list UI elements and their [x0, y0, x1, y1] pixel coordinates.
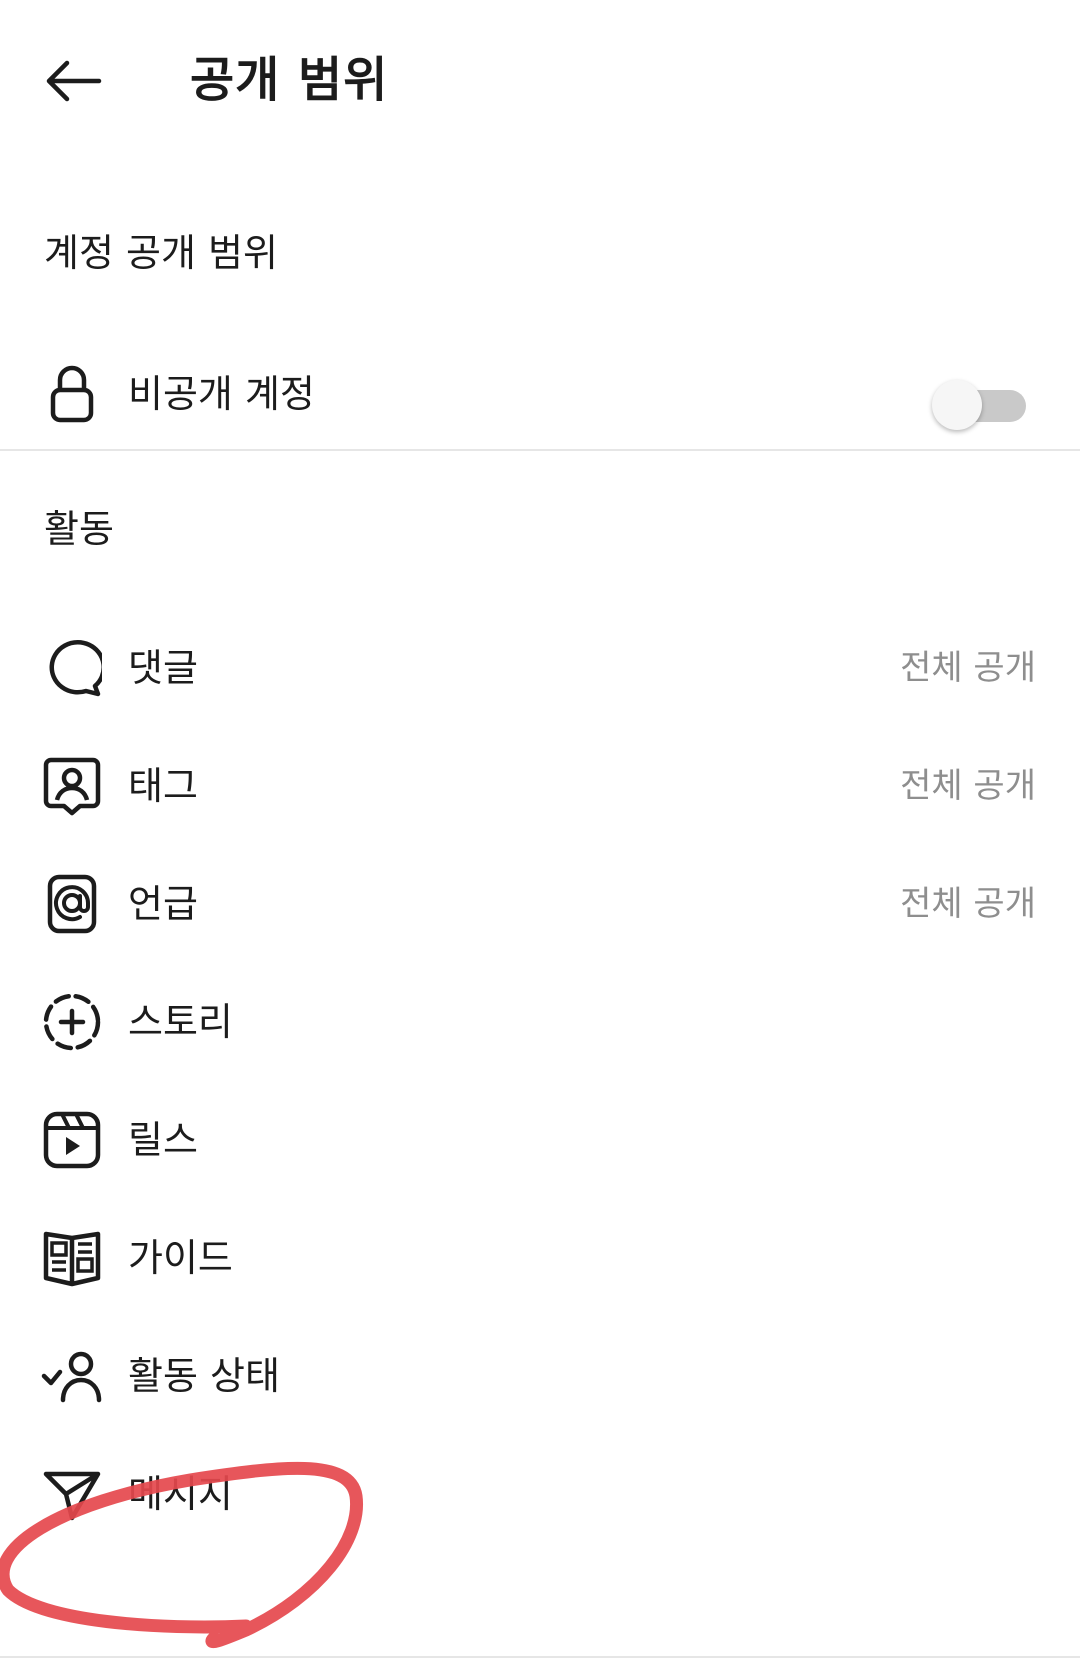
bottom-divider — [0, 1656, 1080, 1658]
person-tag-icon — [43, 757, 101, 816]
activity-item-guides[interactable]: 가이드 — [0, 1208, 1080, 1308]
back-button[interactable] — [36, 46, 110, 116]
activity-item-label: 언급 — [128, 882, 198, 926]
activity-item-tags[interactable]: 태그 전체 공개 — [0, 736, 1080, 836]
story-add-icon — [43, 993, 101, 1051]
private-account-toggle[interactable] — [932, 378, 1028, 430]
activity-item-label: 메시지 — [128, 1472, 233, 1516]
guide-book-icon — [43, 1231, 101, 1287]
at-sign-icon — [47, 874, 97, 934]
activity-item-reels[interactable]: 릴스 — [0, 1090, 1080, 1190]
activity-item-messages[interactable]: 메시지 — [0, 1444, 1080, 1544]
toggle-knob — [932, 380, 982, 430]
comment-bubble-icon — [49, 640, 102, 697]
top-bar: 공개 범위 — [0, 0, 1080, 170]
reels-icon — [43, 1111, 101, 1169]
lock-icon — [50, 365, 94, 423]
private-account-row[interactable]: 비공개 계정 — [0, 344, 1080, 444]
activity-item-story[interactable]: 스토리 — [0, 972, 1080, 1072]
activity-item-label: 릴스 — [128, 1118, 198, 1162]
activity-item-mentions[interactable]: 언급 전체 공개 — [0, 854, 1080, 954]
activity-status-icon — [41, 1351, 102, 1403]
account-privacy-heading: 계정 공개 범위 — [44, 231, 278, 275]
activity-item-label: 댓글 — [128, 646, 198, 690]
activity-item-value: 전체 공개 — [900, 766, 1036, 806]
activity-item-value: 전체 공개 — [900, 884, 1036, 924]
page-title: 공개 범위 — [190, 52, 389, 108]
arrow-left-icon — [46, 60, 102, 102]
activity-item-label: 스토리 — [128, 1000, 233, 1044]
activity-item-comments[interactable]: 댓글 전체 공개 — [0, 618, 1080, 718]
activity-item-label: 활동 상태 — [128, 1354, 280, 1398]
activity-item-label: 가이드 — [128, 1236, 233, 1280]
activity-item-label: 태그 — [128, 764, 198, 808]
send-paper-plane-icon — [43, 1471, 101, 1521]
activity-item-value: 전체 공개 — [900, 648, 1036, 688]
section-divider — [0, 449, 1080, 451]
private-account-label: 비공개 계정 — [128, 372, 315, 416]
activity-item-activity-status[interactable]: 활동 상태 — [0, 1326, 1080, 1426]
activity-heading: 활동 — [44, 507, 114, 551]
